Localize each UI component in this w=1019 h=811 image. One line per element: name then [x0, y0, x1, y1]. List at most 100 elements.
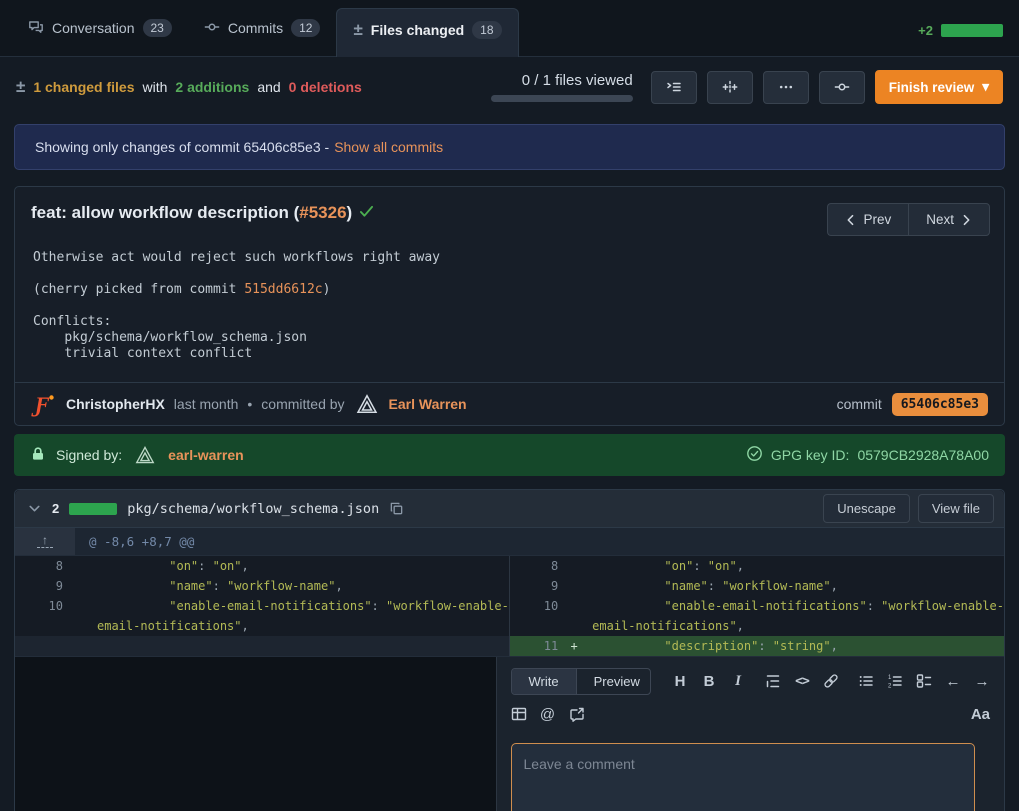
commit-title-text: feat: allow workflow description (: [31, 203, 299, 222]
heading-button[interactable]: H: [672, 673, 688, 690]
cherry-pick-text: (cherry picked from commit: [33, 282, 244, 297]
task-list-button[interactable]: [916, 673, 932, 689]
file-diff-box: 2 pkg/schema/workflow_schema.json Unesca…: [14, 489, 1005, 811]
hunk-header-row: ↑ @ -8,6 +8,7 @@: [15, 528, 1004, 556]
comments-icon: [28, 19, 44, 38]
diff-row: 10 "enable-email-notifications": "workfl…: [510, 596, 1004, 636]
expand-hunk-button[interactable]: ↑: [15, 528, 75, 555]
signature-row: Signed by: earl-warren GPG key ID: 0579C…: [14, 434, 1005, 476]
show-all-commits-link[interactable]: Show all commits: [334, 139, 443, 155]
link-button[interactable]: [823, 673, 839, 689]
cherry-pick-close: ): [323, 282, 331, 297]
commit-label: commit: [837, 396, 882, 412]
split-view-toggle-button[interactable]: [707, 71, 753, 104]
prev-commit-button[interactable]: Prev: [827, 203, 908, 236]
cherry-pick-hash-link[interactable]: 515dd6612c: [244, 282, 322, 297]
committer-avatar[interactable]: [354, 391, 380, 417]
commit-nav: Prev Next: [827, 203, 990, 236]
code-line: "name": "workflow-name",: [87, 576, 509, 596]
file-path[interactable]: pkg/schema/workflow_schema.json: [127, 501, 379, 517]
changed-files-link[interactable]: 1 changed files: [33, 79, 134, 95]
svg-text:Ƒ: Ƒ: [31, 392, 50, 417]
numbered-list-button[interactable]: 12: [887, 673, 903, 689]
line-number[interactable]: 9: [15, 576, 71, 596]
view-file-button[interactable]: View file: [918, 494, 994, 523]
signer-name-link[interactable]: earl-warren: [168, 447, 243, 463]
signer-avatar[interactable]: [132, 442, 158, 468]
text-size-button[interactable]: Aa: [971, 706, 990, 723]
tab-count-badge: 18: [472, 21, 501, 39]
line-number[interactable]: 8: [15, 556, 71, 576]
commit-icon: [204, 19, 220, 38]
commit-sha-badge[interactable]: 65406c85e3: [892, 393, 988, 416]
check-icon: [359, 203, 374, 223]
author-avatar[interactable]: Ƒ: [31, 391, 57, 417]
italic-button[interactable]: I: [730, 673, 746, 690]
collapse-file-chevron-down-icon[interactable]: [27, 501, 42, 516]
finish-review-button[interactable]: Finish review ▾: [875, 70, 1003, 104]
comment-form: Write Preview H B I <>: [496, 657, 1005, 811]
diff-row: 9 "name": "workflow-name",: [510, 576, 1004, 596]
line-number[interactable]: 10: [510, 596, 566, 636]
committer-name-link[interactable]: Earl Warren: [389, 396, 467, 412]
commit-message: Otherwise act would reject such workflow…: [15, 240, 1004, 382]
diff-row: 8 "on": "on",: [510, 556, 1004, 576]
additions-text: 2 additions: [175, 79, 249, 95]
code-line: "on": "on",: [87, 556, 509, 576]
code-line: "description": "string",: [582, 636, 1004, 656]
changed-files-summary: ± 1 changed files with 2 additions and 0…: [16, 77, 362, 97]
tab-commits[interactable]: Commits 12: [188, 7, 337, 49]
diff-empty-row: [15, 636, 509, 656]
file-tree-toggle-button[interactable]: [651, 71, 697, 104]
chevron-right-icon: [962, 214, 972, 226]
line-number[interactable]: 10: [15, 596, 71, 636]
diff-icon: ±: [16, 77, 25, 97]
hunk-header-text: @ -8,6 +8,7 @@: [75, 528, 194, 555]
line-number[interactable]: 8: [510, 556, 566, 576]
unescape-button[interactable]: Unescape: [823, 494, 910, 523]
reference-button[interactable]: [569, 706, 585, 722]
committed-by-text: committed by: [261, 396, 344, 412]
bold-button[interactable]: B: [701, 673, 717, 690]
deletions-text: 0 deletions: [289, 79, 362, 95]
diff-stat-bar: [941, 24, 1003, 37]
files-viewed-label: 0 / 1 files viewed: [522, 72, 633, 89]
commit-select-button[interactable]: [819, 71, 865, 104]
redo-arrow-right-icon[interactable]: →: [974, 673, 990, 690]
conflict-note: trivial context conflict: [33, 346, 252, 361]
author-name-link[interactable]: ChristopherHX: [66, 396, 165, 412]
file-header: 2 pkg/schema/workflow_schema.json Unesca…: [15, 490, 1004, 528]
comment-textarea[interactable]: [511, 743, 975, 811]
bullet-list-button[interactable]: [858, 673, 874, 689]
diff-sign: +: [566, 636, 582, 656]
svg-text:2: 2: [888, 684, 892, 690]
line-number[interactable]: 11: [510, 636, 566, 656]
caret-down-icon: ▾: [982, 79, 989, 95]
pr-tab-bar: Conversation 23 Commits 12 ± Files chang…: [0, 0, 1019, 57]
issue-ref-link[interactable]: #5326: [299, 203, 346, 222]
line-number[interactable]: 9: [510, 576, 566, 596]
mention-button[interactable]: @: [540, 706, 556, 723]
quote-button[interactable]: [765, 673, 781, 689]
undo-arrow-left-icon[interactable]: ←: [945, 673, 961, 690]
diff-row: 10 "enable-email-notifications": "workfl…: [15, 596, 509, 636]
summary-text: and: [257, 79, 280, 95]
banner-text: Showing only changes of commit 65406c85e…: [35, 139, 329, 155]
more-options-button[interactable]: [763, 71, 809, 104]
table-button[interactable]: [511, 706, 527, 722]
finish-review-label: Finish review: [889, 80, 975, 95]
diff-sign: [71, 596, 87, 636]
dot-separator: •: [247, 396, 252, 412]
tab-conversation[interactable]: Conversation 23: [12, 7, 188, 49]
tab-list: Conversation 23 Commits 12 ± Files chang…: [12, 0, 519, 56]
copy-path-icon[interactable]: [389, 501, 404, 516]
tab-files-changed[interactable]: ± Files changed 18: [336, 8, 518, 57]
commit-filter-banner: Showing only changes of commit 65406c85e…: [14, 124, 1005, 170]
split-diff: 8 "on": "on",9 "name": "workflow-name",1…: [15, 556, 1004, 656]
code-button[interactable]: <>: [794, 674, 810, 689]
code-line: "enable-email-notifications": "workflow-…: [87, 596, 509, 636]
preview-tab[interactable]: Preview: [576, 669, 651, 694]
diff-row: 9 "name": "workflow-name",: [15, 576, 509, 596]
next-commit-button[interactable]: Next: [908, 203, 990, 236]
write-tab[interactable]: Write: [512, 669, 576, 694]
